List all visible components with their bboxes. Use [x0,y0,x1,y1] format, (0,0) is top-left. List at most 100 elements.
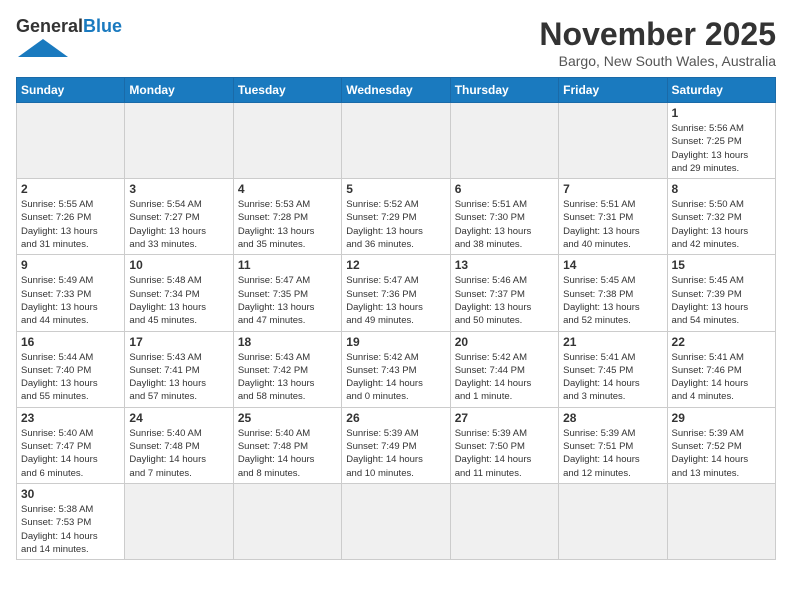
day-header-friday: Friday [559,78,667,103]
day-number: 21 [563,335,662,349]
day-header-tuesday: Tuesday [233,78,341,103]
day-number: 28 [563,411,662,425]
calendar-cell: 18 Sunrise: 5:43 AM Sunset: 7:42 PM Dayli… [233,331,341,407]
day-number: 1 [672,106,771,120]
calendar-cell [233,103,341,179]
calendar-cell: 9Sunrise: 5:49 AM Sunset: 7:33 PM Daylig… [17,255,125,331]
cell-info: Sunrise: 5:47 AM Sunset: 7:36 PM Dayligh… [346,274,445,327]
calendar-week-row: 2 Sunrise: 5:55 AM Sunset: 7:26 PM Daylig… [17,179,776,255]
cell-info: Sunrise: 5:42 AM Sunset: 7:43 PM Dayligh… [346,351,445,404]
day-number: 10 [129,258,228,272]
cell-info: Sunrise: 5:49 AM Sunset: 7:33 PM Dayligh… [21,274,120,327]
cell-info: Sunrise: 5:39 AM Sunset: 7:49 PM Dayligh… [346,427,445,480]
day-number: 16 [21,335,120,349]
cell-info: Sunrise: 5:41 AM Sunset: 7:46 PM Dayligh… [672,351,771,404]
cell-info: Sunrise: 5:42 AM Sunset: 7:44 PM Dayligh… [455,351,554,404]
day-number: 2 [21,182,120,196]
calendar-cell: 12 Sunrise: 5:47 AM Sunset: 7:36 PM Dayli… [342,255,450,331]
day-number: 6 [455,182,554,196]
day-header-thursday: Thursday [450,78,558,103]
calendar-cell: 19 Sunrise: 5:42 AM Sunset: 7:43 PM Dayli… [342,331,450,407]
logo-text: General [16,16,83,37]
day-number: 15 [672,258,771,272]
calendar-cell: 1 Sunrise: 5:56 AM Sunset: 7:25 PM Daylig… [667,103,775,179]
day-number: 13 [455,258,554,272]
cell-info: Sunrise: 5:54 AM Sunset: 7:27 PM Dayligh… [129,198,228,251]
day-header-saturday: Saturday [667,78,775,103]
day-number: 19 [346,335,445,349]
calendar-week-row: 1 Sunrise: 5:56 AM Sunset: 7:25 PM Daylig… [17,103,776,179]
day-number: 27 [455,411,554,425]
logo: General Blue [16,16,122,57]
calendar-cell: 2 Sunrise: 5:55 AM Sunset: 7:26 PM Daylig… [17,179,125,255]
cell-info: Sunrise: 5:43 AM Sunset: 7:42 PM Dayligh… [238,351,337,404]
day-header-monday: Monday [125,78,233,103]
day-number: 18 [238,335,337,349]
day-number: 20 [455,335,554,349]
calendar-cell [342,483,450,559]
calendar-cell [17,103,125,179]
cell-info: Sunrise: 5:55 AM Sunset: 7:26 PM Dayligh… [21,198,120,251]
calendar-header-row: SundayMondayTuesdayWednesdayThursdayFrid… [17,78,776,103]
title-area: November 2025 Bargo, New South Wales, Au… [539,16,776,69]
calendar-cell: 5Sunrise: 5:52 AM Sunset: 7:29 PM Daylig… [342,179,450,255]
day-number: 11 [238,258,337,272]
logo-icon [18,39,68,57]
cell-info: Sunrise: 5:47 AM Sunset: 7:35 PM Dayligh… [238,274,337,327]
calendar-cell [233,483,341,559]
day-header-wednesday: Wednesday [342,78,450,103]
cell-info: Sunrise: 5:39 AM Sunset: 7:50 PM Dayligh… [455,427,554,480]
day-number: 12 [346,258,445,272]
cell-info: Sunrise: 5:40 AM Sunset: 7:48 PM Dayligh… [238,427,337,480]
day-number: 3 [129,182,228,196]
calendar-cell: 11 Sunrise: 5:47 AM Sunset: 7:35 PM Dayli… [233,255,341,331]
calendar-cell: 26 Sunrise: 5:39 AM Sunset: 7:49 PM Dayli… [342,407,450,483]
calendar-cell: 13 Sunrise: 5:46 AM Sunset: 7:37 PM Dayli… [450,255,558,331]
day-number: 14 [563,258,662,272]
day-number: 29 [672,411,771,425]
day-number: 24 [129,411,228,425]
cell-info: Sunrise: 5:48 AM Sunset: 7:34 PM Dayligh… [129,274,228,327]
location-title: Bargo, New South Wales, Australia [539,53,776,69]
calendar-cell: 28 Sunrise: 5:39 AM Sunset: 7:51 PM Dayli… [559,407,667,483]
calendar-cell: 30Sunrise: 5:38 AM Sunset: 7:53 PM Dayli… [17,483,125,559]
calendar-cell: 21 Sunrise: 5:41 AM Sunset: 7:45 PM Dayli… [559,331,667,407]
calendar-cell [559,483,667,559]
cell-info: Sunrise: 5:53 AM Sunset: 7:28 PM Dayligh… [238,198,337,251]
calendar-cell: 17Sunrise: 5:43 AM Sunset: 7:41 PM Dayli… [125,331,233,407]
calendar-cell: 7 Sunrise: 5:51 AM Sunset: 7:31 PM Daylig… [559,179,667,255]
calendar-cell: 20 Sunrise: 5:42 AM Sunset: 7:44 PM Dayli… [450,331,558,407]
calendar-cell: 23Sunrise: 5:40 AM Sunset: 7:47 PM Dayli… [17,407,125,483]
cell-info: Sunrise: 5:46 AM Sunset: 7:37 PM Dayligh… [455,274,554,327]
cell-info: Sunrise: 5:44 AM Sunset: 7:40 PM Dayligh… [21,351,120,404]
day-number: 25 [238,411,337,425]
cell-info: Sunrise: 5:40 AM Sunset: 7:47 PM Dayligh… [21,427,120,480]
calendar-cell: 10 Sunrise: 5:48 AM Sunset: 7:34 PM Dayli… [125,255,233,331]
month-title: November 2025 [539,16,776,53]
calendar-cell: 3 Sunrise: 5:54 AM Sunset: 7:27 PM Daylig… [125,179,233,255]
calendar-cell [342,103,450,179]
calendar-week-row: 23Sunrise: 5:40 AM Sunset: 7:47 PM Dayli… [17,407,776,483]
calendar-cell: 15 Sunrise: 5:45 AM Sunset: 7:39 PM Dayli… [667,255,775,331]
cell-info: Sunrise: 5:39 AM Sunset: 7:51 PM Dayligh… [563,427,662,480]
cell-info: Sunrise: 5:38 AM Sunset: 7:53 PM Dayligh… [21,503,120,556]
cell-info: Sunrise: 5:56 AM Sunset: 7:25 PM Dayligh… [672,122,771,175]
day-number: 17 [129,335,228,349]
day-number: 7 [563,182,662,196]
logo-blue-text: Blue [83,16,122,37]
calendar-cell: 27 Sunrise: 5:39 AM Sunset: 7:50 PM Dayli… [450,407,558,483]
cell-info: Sunrise: 5:41 AM Sunset: 7:45 PM Dayligh… [563,351,662,404]
day-number: 8 [672,182,771,196]
calendar-cell: 14Sunrise: 5:45 AM Sunset: 7:38 PM Dayli… [559,255,667,331]
cell-info: Sunrise: 5:45 AM Sunset: 7:39 PM Dayligh… [672,274,771,327]
calendar-cell [125,483,233,559]
calendar-cell: 29Sunrise: 5:39 AM Sunset: 7:52 PM Dayli… [667,407,775,483]
calendar-cell: 6Sunrise: 5:51 AM Sunset: 7:30 PM Daylig… [450,179,558,255]
day-number: 22 [672,335,771,349]
cell-info: Sunrise: 5:50 AM Sunset: 7:32 PM Dayligh… [672,198,771,251]
day-number: 26 [346,411,445,425]
cell-info: Sunrise: 5:51 AM Sunset: 7:31 PM Dayligh… [563,198,662,251]
cell-info: Sunrise: 5:52 AM Sunset: 7:29 PM Dayligh… [346,198,445,251]
calendar-cell [450,103,558,179]
day-number: 4 [238,182,337,196]
